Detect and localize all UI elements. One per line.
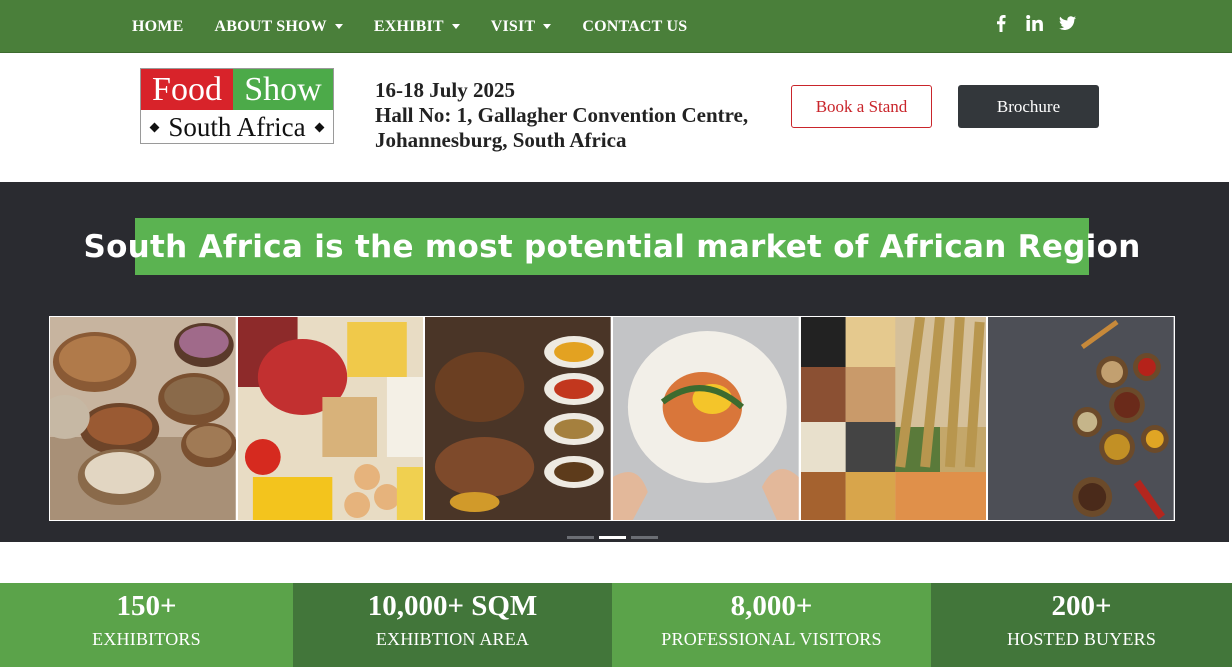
event-info: 16-18 July 2025 Hall No: 1, Gallagher Co… <box>375 78 748 153</box>
stat-number: 150+ <box>116 590 177 622</box>
hero-slider: South Africa is the most potential marke… <box>0 182 1229 542</box>
stat-number: 200+ <box>1051 590 1112 622</box>
diamond-icon <box>314 122 325 132</box>
photo-grains-seeds-wheat <box>800 317 987 520</box>
chevron-down-icon <box>334 24 343 29</box>
stat-exhibitors: 150+ EXHIBITORS <box>0 583 293 667</box>
nav-item-label: VISIT <box>490 17 536 35</box>
slide-indicator-1[interactable] <box>567 536 594 539</box>
twitter-icon[interactable] <box>1056 12 1078 34</box>
nav-item-about-show[interactable]: ABOUT SHOW <box>214 17 343 36</box>
nav-item-exhibit[interactable]: EXHIBIT <box>374 18 460 36</box>
nav-item-contact-us[interactable]: CONTACT US <box>582 18 687 36</box>
event-dates: 16-18 July 2025 <box>375 78 516 102</box>
logo-bottom-row: South Africa <box>141 110 333 144</box>
nav-item-label: EXHIBIT <box>373 17 444 35</box>
stat-professional-visitors: 8,000+ PROFESSIONAL VISITORS <box>612 583 931 667</box>
nav-item-label: HOME <box>132 17 184 35</box>
linkedin-icon[interactable] <box>1023 12 1045 34</box>
facebook-icon[interactable] <box>990 12 1012 34</box>
stat-label: EXHIBTION AREA <box>375 629 530 649</box>
slider-indicators <box>567 536 663 539</box>
photo-grains-bowls <box>50 317 236 520</box>
hero-banner: South Africa is the most potential marke… <box>83 218 1140 275</box>
photo-spice-bowls <box>988 317 1175 520</box>
diamond-icon <box>149 122 160 132</box>
chevron-down-icon <box>451 24 460 29</box>
nav-item-home[interactable]: HOME <box>132 18 183 36</box>
photo-spices-dishes <box>425 317 612 520</box>
logo-top-row: Food Show <box>141 69 333 110</box>
stat-label: HOSTED BUYERS <box>1006 629 1157 649</box>
stat-number: 8,000+ <box>730 590 813 622</box>
food-show-logo[interactable]: Food Show South Africa <box>140 68 334 144</box>
nav-item-label: ABOUT SHOW <box>214 17 327 35</box>
slide-indicator-3[interactable] <box>631 536 658 539</box>
chevron-down-icon <box>543 24 552 29</box>
book-stand-button[interactable]: Book a Stand <box>791 85 932 128</box>
logo-country-text: South Africa <box>168 111 306 142</box>
photo-meat-bread-vegetables <box>237 317 424 520</box>
nav-item-visit[interactable]: VISIT <box>491 18 552 36</box>
brochure-button[interactable]: Brochure <box>958 85 1099 128</box>
photo-plated-dish <box>613 317 799 520</box>
event-city: Johannesburg, South Africa <box>375 128 627 152</box>
top-navbar: HOME ABOUT SHOW EXHIBIT VISIT CONTACT US <box>0 0 1232 53</box>
nav-menu: HOME ABOUT SHOW EXHIBIT VISIT CONTACT US <box>132 0 718 53</box>
logo-show-text: Show <box>233 69 333 110</box>
stat-label: EXHIBITORS <box>92 629 201 649</box>
stats-bar: 150+ EXHIBITORS 10,000+ SQM EXHIBTION AR… <box>0 583 1232 667</box>
stat-hosted-buyers: 200+ HOSTED BUYERS <box>931 583 1232 667</box>
hero-photo-strip <box>49 316 1175 521</box>
event-venue: Hall No: 1, Gallagher Convention Centre, <box>375 103 749 127</box>
nav-item-label: CONTACT US <box>582 17 688 35</box>
stat-exhibition-area: 10,000+ SQM EXHIBTION AREA <box>293 583 612 667</box>
stat-label: PROFESSIONAL VISITORS <box>661 629 882 649</box>
slide-indicator-2[interactable] <box>599 536 626 539</box>
social-links <box>990 12 1089 34</box>
stat-number: 10,000+ SQM <box>367 590 538 622</box>
logo-food-text: Food <box>141 69 233 110</box>
